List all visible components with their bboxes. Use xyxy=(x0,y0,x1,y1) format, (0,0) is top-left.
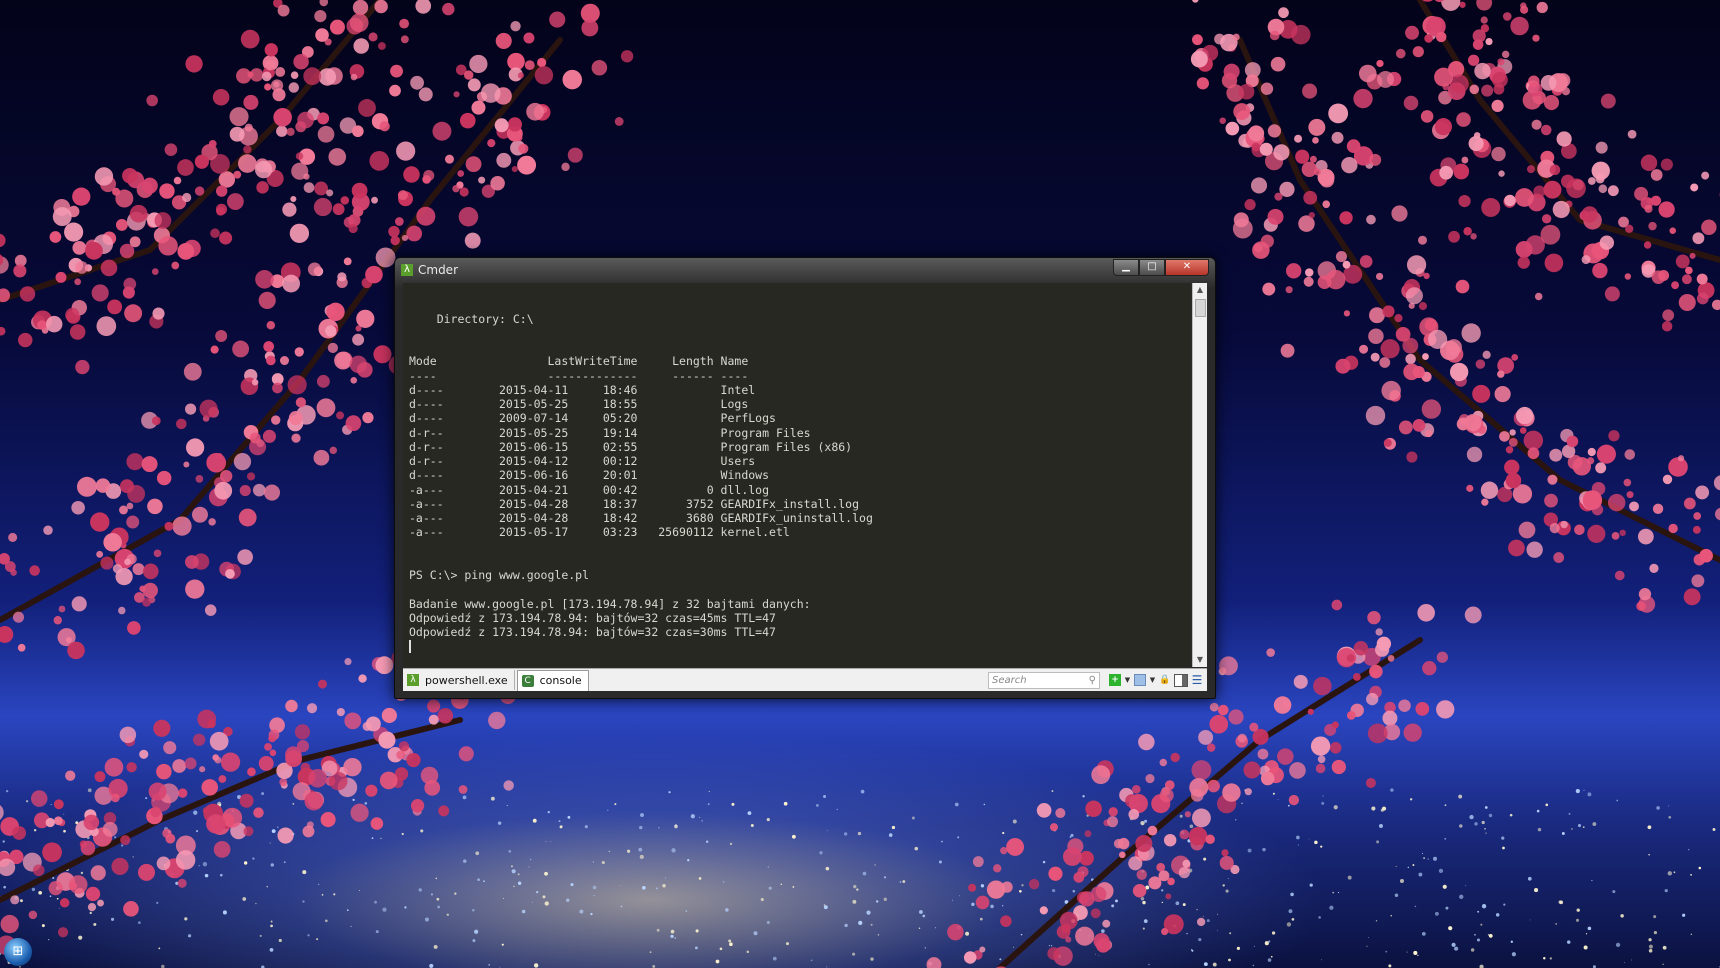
chevron-down-icon[interactable]: ▼ xyxy=(1124,674,1131,686)
split-panel-icon[interactable] xyxy=(1174,673,1188,687)
terminal-line: d---- 2015-05-25 18:55 Logs xyxy=(409,397,749,411)
search-placeholder: Search xyxy=(992,674,1027,686)
new-console-icon[interactable]: + xyxy=(1109,674,1121,686)
cmder-window: λ Cmder ▁ □ ✕ Directory: C:\ Mode LastWri… xyxy=(394,257,1216,699)
close-button[interactable]: ✕ xyxy=(1165,259,1209,276)
terminal-line: d-r-- 2015-05-25 19:14 Program Files xyxy=(409,425,811,440)
scroll-down-arrow-icon[interactable]: ▼ xyxy=(1193,653,1207,667)
status-bar: λ powershell.exe C console Search ⚲ + ▼ … xyxy=(403,668,1207,691)
scrollbar-thumb[interactable] xyxy=(1195,299,1206,317)
powershell-tab-icon: λ xyxy=(407,674,419,686)
toolbar: + ▼ ▼ 🔒 ☰ xyxy=(1106,673,1203,687)
window-title: Cmder xyxy=(418,263,459,277)
screen-icon[interactable] xyxy=(1134,674,1146,686)
tab-label: console xyxy=(539,674,582,687)
title-bar[interactable]: λ Cmder ▁ □ ✕ xyxy=(395,258,1215,282)
tab-powershell[interactable]: λ powershell.exe xyxy=(403,670,515,690)
menu-icon[interactable]: ☰ xyxy=(1191,674,1203,686)
terminal-line: d---- 2015-06-16 20:01 Windows xyxy=(409,468,770,483)
tab-console[interactable]: C console xyxy=(516,669,589,691)
console-tab-icon: C xyxy=(521,674,534,687)
chevron-down-icon[interactable]: ▼ xyxy=(1149,674,1156,686)
terminal-line: -a--- 2015-05-17 03:23 25690112 kernel.e… xyxy=(409,525,790,540)
terminal-line: -a--- 2015-04-28 18:42 3680 GEARDIFx_uni… xyxy=(409,511,873,525)
terminal-line: d---- 2015-04-11 18:46 Intel xyxy=(409,382,756,397)
scroll-up-arrow-icon[interactable]: ▲ xyxy=(1193,283,1207,297)
terminal-line: ---- ------------- ------ ---- xyxy=(409,368,749,383)
terminal-line: d---- 2009-07-14 05:20 PerfLogs xyxy=(409,411,776,426)
text-cursor xyxy=(409,640,411,654)
vertical-scrollbar[interactable]: ▲ ▼ xyxy=(1192,283,1207,667)
lock-icon[interactable]: 🔒 xyxy=(1159,674,1171,686)
terminal-line: Odpowiedź z 173.194.78.94: bajtów=32 cza… xyxy=(409,625,776,639)
cmder-app-icon: λ xyxy=(401,264,413,276)
terminal-output[interactable]: Directory: C:\ Mode LastWriteTime Length … xyxy=(403,283,1191,667)
maximize-button[interactable]: □ xyxy=(1139,259,1165,276)
terminal-line: d-r-- 2015-04-12 00:12 Users xyxy=(409,454,756,468)
tab-label: powershell.exe xyxy=(425,673,508,687)
terminal-line: Badanie www.google.pl [173.194.78.94] z … xyxy=(409,596,811,611)
search-icon[interactable]: ⚲ xyxy=(1089,675,1096,686)
terminal-line: Mode LastWriteTime Length Name xyxy=(409,354,749,369)
prompt-line[interactable] xyxy=(403,639,1191,654)
terminal-line: Odpowiedź z 173.194.78.94: bajtów=32 cza… xyxy=(409,610,776,625)
minimize-button[interactable]: ▁ xyxy=(1113,259,1139,276)
terminal-line: PS C:\> ping www.google.pl xyxy=(409,568,590,582)
terminal-line: Directory: C:\ xyxy=(409,311,534,326)
terminal-line: -a--- 2015-04-21 00:42 0 dll.log xyxy=(409,482,770,497)
terminal-line: -a--- 2015-04-28 18:37 3752 GEARDIFx_ins… xyxy=(409,496,860,511)
terminal-line: d-r-- 2015-06-15 02:55 Program Files (x8… xyxy=(409,439,853,454)
start-button[interactable]: ⊞ xyxy=(4,938,32,966)
caption-buttons: ▁ □ ✕ xyxy=(1113,259,1209,276)
search-input[interactable]: Search ⚲ xyxy=(988,671,1100,689)
